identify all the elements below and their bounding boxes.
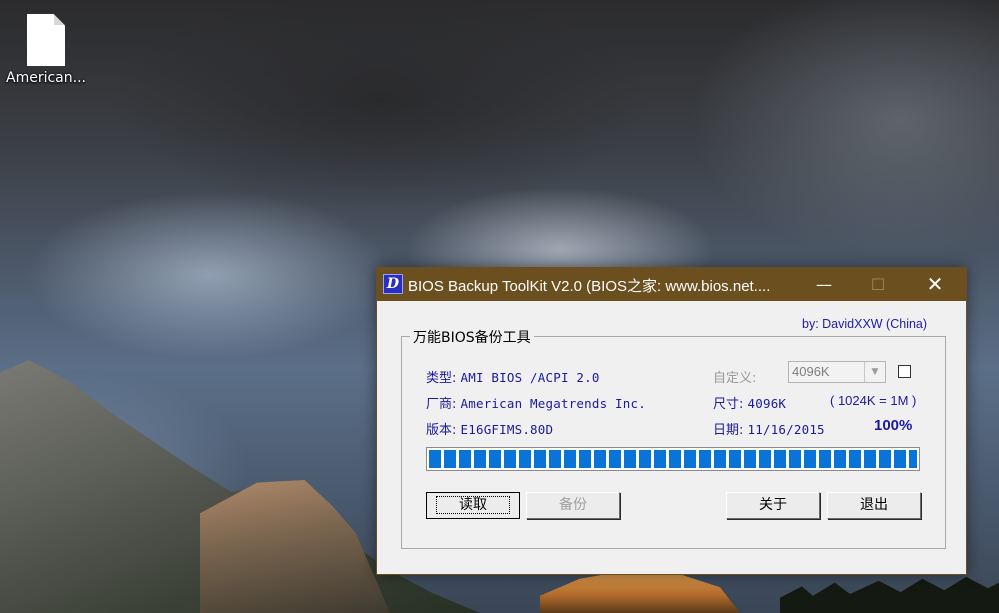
type-value: AMI BIOS /ACPI 2.0 bbox=[460, 370, 600, 385]
size-row: 尺寸: 4096K bbox=[713, 393, 786, 412]
backup-tool-group: 万能BIOS备份工具 类型: AMI BIOS /ACPI 2.0 厂商: Am… bbox=[401, 327, 946, 549]
read-button-label: 读取 bbox=[436, 496, 510, 514]
vendor-value: American Megatrends Inc. bbox=[460, 396, 646, 411]
size-label: 尺寸: bbox=[713, 397, 744, 412]
vendor-label: 厂商: bbox=[426, 397, 457, 412]
progress-bar bbox=[426, 447, 920, 471]
desktop-file-icon[interactable]: American... bbox=[2, 12, 90, 86]
maximize-button[interactable]: ☐ bbox=[855, 268, 901, 301]
read-button[interactable]: 读取 bbox=[426, 492, 520, 519]
chevron-down-icon[interactable]: ▼ bbox=[864, 362, 885, 382]
progress-fill bbox=[429, 450, 917, 468]
about-button[interactable]: 关于 bbox=[726, 492, 820, 519]
date-row: 日期: 11/16/2015 bbox=[713, 419, 825, 438]
custom-label: 自定义: bbox=[713, 371, 757, 386]
wallpaper-mountain-right bbox=[540, 570, 740, 613]
type-label: 类型: bbox=[426, 371, 457, 386]
version-row: 版本: E16GFIMS.80D bbox=[426, 419, 553, 438]
date-label: 日期: bbox=[713, 423, 744, 438]
author-byline: by: DavidXXW (China) bbox=[802, 317, 928, 331]
custom-size-value: 4096K bbox=[792, 364, 830, 379]
bios-toolkit-window: D BIOS Backup ToolKit V2.0 (BIOS之家: www.… bbox=[376, 267, 967, 575]
bios-type-row: 类型: AMI BIOS /ACPI 2.0 bbox=[426, 367, 600, 386]
close-button[interactable]: ✕ bbox=[912, 268, 958, 301]
app-icon: D bbox=[383, 274, 403, 294]
vendor-row: 厂商: American Megatrends Inc. bbox=[426, 393, 646, 412]
window-title: BIOS Backup ToolKit V2.0 (BIOS之家: www.bi… bbox=[408, 278, 771, 295]
size-value: 4096K bbox=[747, 396, 787, 411]
exit-button[interactable]: 退出 bbox=[827, 492, 921, 519]
wallpaper-trees bbox=[780, 576, 999, 613]
backup-button[interactable]: 备份 bbox=[526, 492, 620, 519]
custom-size-select[interactable]: 4096K ▼ bbox=[788, 361, 886, 383]
version-label: 版本: bbox=[426, 423, 457, 438]
group-title: 万能BIOS备份工具 bbox=[410, 327, 534, 347]
custom-size-row: 自定义: bbox=[713, 367, 756, 386]
desktop-file-label: American... bbox=[6, 70, 86, 86]
wallpaper-mountain-mid bbox=[200, 480, 390, 613]
title-bar[interactable]: D BIOS Backup ToolKit V2.0 (BIOS之家: www.… bbox=[377, 268, 966, 301]
custom-size-checkbox[interactable] bbox=[898, 365, 911, 378]
date-value: 11/16/2015 bbox=[747, 422, 825, 437]
version-value: E16GFIMS.80D bbox=[460, 422, 554, 437]
file-icon bbox=[27, 14, 65, 66]
minimize-button[interactable]: — bbox=[801, 268, 847, 301]
size-hint: ( 1024K = 1M ) bbox=[830, 393, 917, 408]
progress-percent: 100% bbox=[874, 417, 913, 434]
